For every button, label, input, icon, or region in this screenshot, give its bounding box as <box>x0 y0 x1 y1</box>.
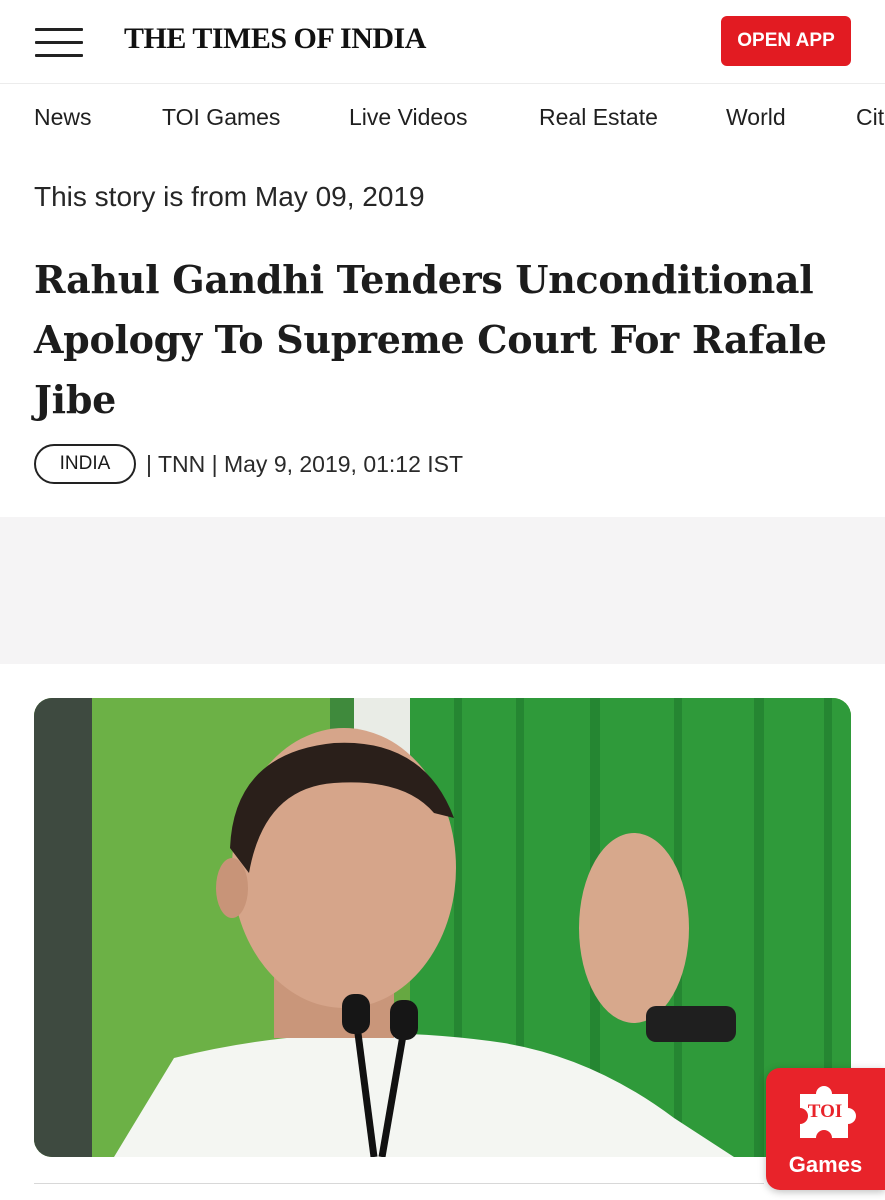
content-divider <box>34 1183 764 1184</box>
toi-games-icon-text: TOI <box>807 1101 843 1122</box>
toi-games-floating-button[interactable]: TOI Games <box>766 1068 885 1190</box>
nav-item-world[interactable]: World <box>726 104 786 131</box>
hamburger-line <box>35 54 83 57</box>
nav-item-real-estate[interactable]: Real Estate <box>539 104 658 131</box>
article-headline: Rahul Gandhi Tenders Unconditional Apolo… <box>34 257 827 422</box>
hamburger-line <box>35 28 83 31</box>
ad-placeholder <box>0 517 885 664</box>
story-date-notice: This story is from May 09, 2019 <box>34 181 425 212</box>
open-app-button[interactable]: OPEN APP <box>721 16 851 66</box>
category-nav: News TOI Games Live Videos Real Estate W… <box>0 84 885 156</box>
hamburger-menu-icon[interactable] <box>35 28 83 60</box>
article-meta: INDIA | TNN | May 9, 2019, 01:12 IST <box>34 444 463 484</box>
toi-games-label: Games <box>788 1152 863 1177</box>
site-logo[interactable]: THE TIMES OF INDIA <box>124 22 426 56</box>
nav-item-toi-games[interactable]: TOI Games <box>162 104 280 131</box>
section-tag-india[interactable]: INDIA <box>34 444 136 484</box>
toi-games-puzzle-icon: TOI <box>794 1082 856 1144</box>
article-photo[interactable] <box>34 698 851 1157</box>
byline: | TNN | May 9, 2019, 01:12 IST <box>146 450 464 477</box>
article-photo-illustration <box>34 698 851 1157</box>
site-header: THE TIMES OF INDIA OPEN APP <box>0 0 885 84</box>
hamburger-line <box>35 41 83 44</box>
nav-item-news[interactable]: News <box>34 104 92 131</box>
nav-item-cities[interactable]: Cit <box>856 104 884 131</box>
nav-item-live-videos[interactable]: Live Videos <box>349 104 468 131</box>
